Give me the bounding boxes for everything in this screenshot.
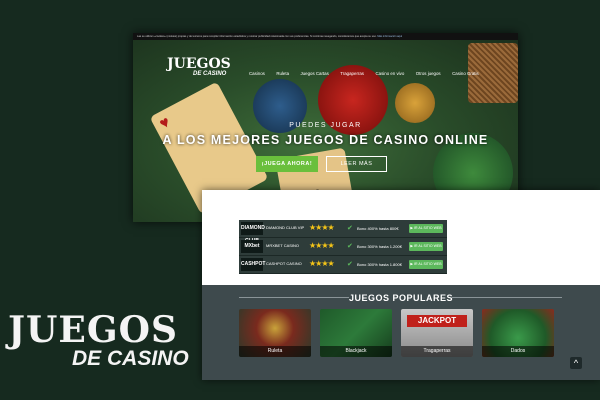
nav-item-otros-juegos[interactable]: Otros juegos: [416, 71, 441, 76]
casino-name: CASHPOT CASINO: [266, 261, 302, 266]
game-card-tragaperras[interactable]: JACKPOT Tragaperras: [401, 309, 473, 357]
table-row: MXbet MRXBET CASINO ★★★★ ✔ Bono 300% has…: [239, 238, 447, 256]
casino-bonus: Bono 300% hasta 1.800€: [357, 262, 402, 267]
cookie-text: Las se utilizan «cookies» (cookies) prop…: [137, 35, 377, 38]
table-row: DIAMOND CLUB DIAMOND CLUB VIP ★★★★ ✔ Bon…: [239, 220, 447, 244]
jackpot-sign: JACKPOT: [407, 315, 467, 327]
game-card-ruleta[interactable]: Ruleta: [239, 309, 311, 357]
casino-name: DIAMOND CLUB VIP: [266, 225, 305, 230]
casino-bonus: Bono 300% hasta 1.200€: [357, 244, 402, 249]
section-divider: [452, 297, 562, 298]
nav-item-casino-gratis[interactable]: Casino Gratis: [452, 71, 479, 76]
rating-stars: ★★★★: [309, 241, 335, 250]
brand-logo-subtext: DE CASINO: [72, 347, 189, 370]
popular-games-title: JUEGOS POPULARES: [348, 293, 454, 303]
game-card-label: Ruleta: [239, 346, 311, 357]
site-logo[interactable]: JUEGOS DE CASINO: [167, 57, 231, 78]
check-icon: ✔: [347, 225, 353, 232]
casino-name: MRXBET CASINO: [266, 243, 300, 248]
chip-stack-yellow: [395, 83, 435, 123]
casino-bonus: Bono 400% hasta 800€: [357, 226, 399, 231]
play-now-button[interactable]: ¡JUEGA AHORA!: [256, 156, 318, 172]
scroll-to-top-button[interactable]: ^: [570, 357, 582, 369]
homepage-lower-screenshot: DIAMOND CLUB DIAMOND CLUB VIP ★★★★ ✔ Bon…: [202, 190, 600, 380]
main-nav: Casinos Ruleta Juegos Cartas Tragaperras…: [249, 62, 486, 80]
hero-title: A LOS MEJORES JUEGOS DE CASINO ONLINE: [162, 133, 489, 147]
read-more-button[interactable]: LEER MÁS: [326, 156, 387, 172]
rating-stars: ★★★★: [309, 259, 335, 268]
hero-subtitle: PUEDES JUGAR: [289, 122, 362, 129]
brand-logo: JUEGOS DE CASINO: [8, 312, 198, 372]
table-row: CASHPOT CASHPOT CASINO ★★★★ ✔ Bono 300% …: [239, 256, 447, 274]
site-logo-subtext: DE CASINO: [193, 71, 227, 77]
brand-logo-text: JUEGOS: [8, 309, 178, 351]
visit-site-button[interactable]: ▶ IR AL SITIO WEB: [409, 260, 443, 269]
check-icon: ✔: [347, 261, 353, 268]
cookie-banner: Las se utilizan «cookies» (cookies) prop…: [133, 33, 518, 40]
game-card-blackjack[interactable]: Blackjack: [320, 309, 392, 357]
popular-games-section: JUEGOS POPULARES Ruleta Blackjack JACKPO…: [202, 285, 600, 380]
game-card-dados[interactable]: Dados: [482, 309, 554, 357]
game-card-label: Tragaperras: [401, 346, 473, 357]
casino-logo[interactable]: MXbet: [241, 240, 263, 253]
nav-item-tragaperras[interactable]: Tragaperras: [340, 71, 364, 76]
visit-site-button[interactable]: ▶ IR AL SITIO WEB: [409, 242, 443, 251]
nav-item-casino-en-vivo[interactable]: Casino en vivo: [375, 71, 404, 76]
nav-item-ruleta[interactable]: Ruleta: [276, 71, 289, 76]
cookie-more-link[interactable]: Más información aquí: [377, 35, 402, 38]
site-logo-text: JUEGOS: [167, 56, 231, 72]
nav-item-casinos[interactable]: Casinos: [249, 71, 265, 76]
casino-logo[interactable]: CASHPOT: [241, 258, 265, 271]
check-icon: ✔: [347, 243, 353, 250]
game-card-label: Dados: [482, 346, 554, 357]
casino-table: DIAMOND CLUB DIAMOND CLUB VIP ★★★★ ✔ Bon…: [239, 220, 447, 274]
visit-site-button[interactable]: ▶ IR AL SITIO WEB: [409, 224, 443, 233]
game-card-label: Blackjack: [320, 346, 392, 357]
nav-item-juegos-cartas[interactable]: Juegos Cartas: [300, 71, 328, 76]
casino-logo[interactable]: DIAMOND CLUB: [241, 222, 265, 244]
rating-stars: ★★★★: [309, 223, 335, 232]
